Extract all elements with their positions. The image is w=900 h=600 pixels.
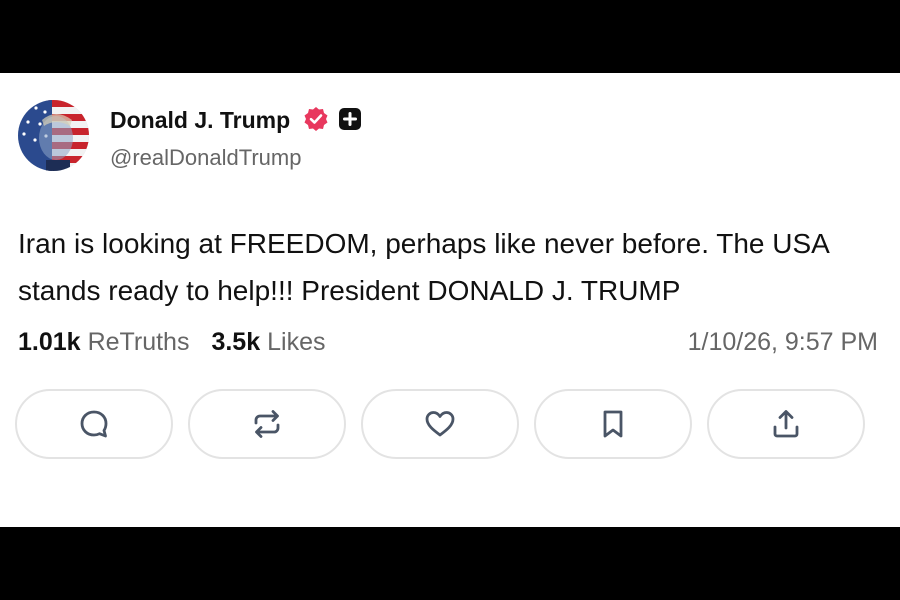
likes-count[interactable]: 3.5k [211, 328, 260, 357]
author-handle[interactable]: @realDonaldTrump [110, 145, 301, 171]
reply-button[interactable] [15, 389, 173, 459]
retruth-button[interactable] [188, 389, 346, 459]
bookmark-icon [603, 410, 623, 438]
plus-badge-icon [338, 107, 362, 136]
retruths-label[interactable]: ReTruths [88, 328, 190, 357]
like-button[interactable] [361, 389, 519, 459]
post-stats: 1.01k ReTruths 3.5k Likes [18, 328, 326, 357]
comment-icon [80, 410, 108, 438]
verified-badge-icon [303, 106, 329, 137]
bookmark-button[interactable] [534, 389, 692, 459]
flag-portrait-avatar [18, 100, 89, 171]
display-name[interactable]: Donald J. Trump [110, 107, 290, 134]
heart-icon [425, 411, 455, 437]
repost-icon [254, 410, 280, 438]
share-icon [773, 410, 799, 438]
retruths-count[interactable]: 1.01k [18, 328, 81, 357]
post-card: Donald J. Trump @realDonaldTrump Iran is… [0, 73, 900, 527]
action-bar [15, 389, 865, 459]
share-button[interactable] [707, 389, 865, 459]
post-timestamp: 1/10/26, 9:57 PM [687, 328, 878, 356]
avatar[interactable] [18, 100, 89, 171]
post-text: Iran is looking at FREEDOM, perhaps like… [18, 228, 829, 306]
author-badges [303, 106, 362, 137]
likes-label[interactable]: Likes [267, 328, 325, 357]
